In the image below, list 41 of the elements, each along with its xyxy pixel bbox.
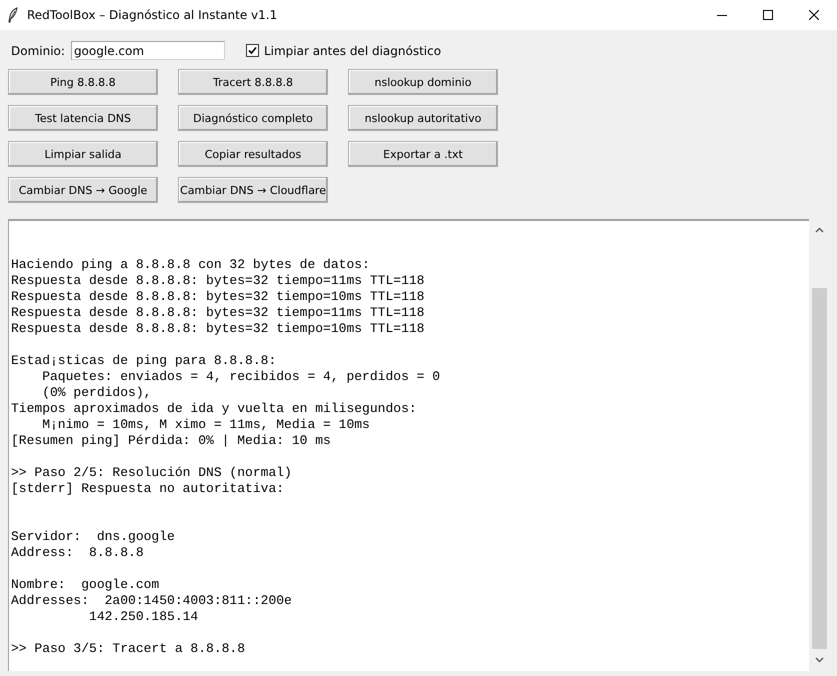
output-line: 142.250.185.14	[88, 609, 200, 625]
action-button[interactable]: Diagnóstico completo	[178, 105, 328, 131]
output-line: Estad¡sticas de ping para 8.8.8.8:	[11, 353, 278, 369]
output-line: Tiempos aproximados de ida y vuelta en milisegundos:	[11, 401, 418, 417]
output-line: Addresses: 2a00:1450:4003:811::200e	[11, 593, 293, 609]
output-line: Respuesta desde 8.8.8.8: bytes=32 tiempo=11ms TTL=118	[11, 273, 426, 289]
output-line: Servidor: dns.google	[11, 529, 176, 545]
output-line: Nombre: google.com	[11, 577, 160, 593]
domain-label: Dominio:	[11, 44, 65, 58]
action-button[interactable]: nslookup dominio	[348, 69, 498, 95]
action-button[interactable]: Exportar a .txt	[348, 141, 498, 167]
action-button[interactable]: Test latencia DNS	[8, 105, 158, 131]
output-line: Address: 8.8.8.8	[11, 545, 145, 561]
output-line: M¡nimo = 10ms, M ximo = 11ms, Media = 10ms	[41, 417, 371, 433]
close-icon	[809, 10, 819, 20]
action-button[interactable]: Cambiar DNS → Cloudflare	[178, 177, 328, 203]
output-line: [Resumen ping] Pérdida: 0% | Media: 10 ms	[11, 433, 332, 449]
domain-field[interactable]: google.com	[70, 41, 225, 60]
action-button[interactable]: Tracert 8.8.8.8	[178, 69, 328, 95]
checkbox[interactable]	[246, 44, 259, 57]
action-button[interactable]: nslookup autoritativo	[348, 105, 498, 131]
action-button[interactable]: Ping 8.8.8.8	[8, 69, 158, 95]
output-line: Paquetes: enviados = 4, recibidos = 4, perdidos = 0	[41, 369, 442, 385]
action-button[interactable]: Copiar resultados	[178, 141, 328, 167]
output-line: (0% perdidos),	[41, 385, 152, 401]
output-line: [stderr] Respuesta no autoritativa:	[11, 481, 286, 497]
output-line: >> Paso 2/5: Resolución DNS (normal)	[11, 465, 293, 481]
checkbox-label: Limpiar antes del diagnóstico	[264, 44, 442, 58]
action-button[interactable]: Limpiar salida	[8, 141, 158, 167]
output-line: Respuesta desde 8.8.8.8: bytes=32 tiempo=10ms TTL=118	[11, 321, 426, 337]
output-line: Respuesta desde 8.8.8.8: bytes=32 tiempo=10ms TTL=118	[11, 289, 426, 305]
feather-icon	[8, 7, 18, 23]
scroll-down-icon[interactable]	[814, 657, 824, 663]
scroll-up-icon[interactable]	[814, 227, 824, 233]
output-line: Respuesta desde 8.8.8.8: bytes=32 tiempo=11ms TTL=118	[11, 305, 426, 321]
maximize-icon	[763, 10, 773, 20]
output-text-area[interactable]	[8, 219, 809, 671]
output-line: Haciendo ping a 8.8.8.8 con 32 bytes de datos:	[11, 257, 371, 273]
action-button[interactable]: Cambiar DNS → Google	[8, 177, 158, 203]
window-title: RedToolBox – Diagnóstico al Instante v1.1	[27, 8, 278, 22]
output-line: >> Paso 3/5: Tracert a 8.8.8.8	[11, 641, 246, 657]
